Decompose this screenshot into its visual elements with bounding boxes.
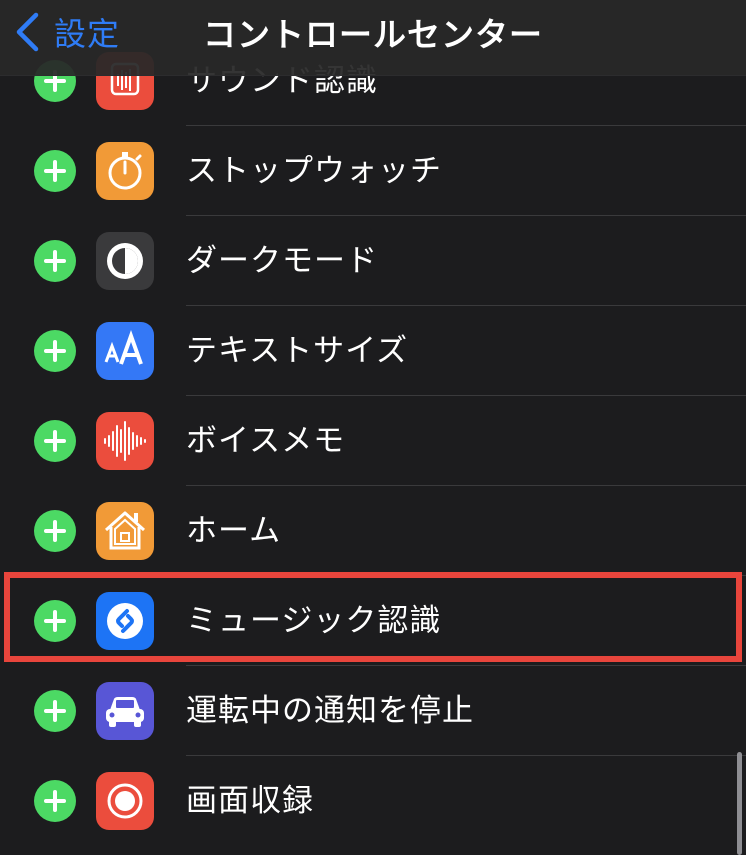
add-icon[interactable] [34, 600, 76, 642]
add-icon[interactable] [34, 690, 76, 732]
list-item-label: ミュージック認識 [186, 603, 442, 639]
add-icon[interactable] [34, 240, 76, 282]
shazam-icon [96, 592, 154, 650]
list-item-voice-memo[interactable]: ボイスメモ [0, 396, 746, 486]
home-icon [96, 502, 154, 560]
list-item-label: 運転中の通知を停止 [186, 693, 474, 729]
voice-memo-icon [96, 412, 154, 470]
list-item-home[interactable]: ホーム [0, 486, 746, 576]
add-icon[interactable] [34, 330, 76, 372]
list-item-driving-focus[interactable]: 運転中の通知を停止 [0, 666, 746, 756]
screen-record-icon [96, 772, 154, 830]
list-item-screen-recording[interactable]: 画面収録 [0, 756, 746, 846]
add-icon[interactable] [34, 150, 76, 192]
list-item-stopwatch[interactable]: ストップウォッチ [0, 126, 746, 216]
list-item-label: ボイスメモ [186, 423, 346, 459]
scrollbar[interactable] [737, 752, 742, 855]
list-item-label: ホーム [186, 513, 282, 549]
navigation-bar: 設定 コントロールセンター [0, 0, 746, 76]
add-icon[interactable] [34, 420, 76, 462]
text-size-icon [96, 322, 154, 380]
list-item-text-size[interactable]: テキストサイズ [0, 306, 746, 396]
control-list: サウンド認識 ストップウォッチ ダークモード テキストサイズ ボイスメモ ホーム… [0, 36, 746, 846]
list-item-music-recognition[interactable]: ミュージック認識 [0, 576, 746, 666]
car-icon [96, 682, 154, 740]
add-icon[interactable] [34, 780, 76, 822]
list-item-label: ダークモード [186, 243, 378, 279]
stopwatch-icon [96, 142, 154, 200]
list-item-label: ストップウォッチ [186, 153, 442, 189]
page-title: コントロールセンター [203, 15, 543, 54]
add-icon[interactable] [34, 510, 76, 552]
list-item-dark-mode[interactable]: ダークモード [0, 216, 746, 306]
list-item-label: テキストサイズ [186, 333, 409, 369]
dark-mode-icon [96, 232, 154, 290]
control-center-screen: サウンド認識 ストップウォッチ ダークモード テキストサイズ ボイスメモ ホーム… [0, 0, 746, 855]
list-item-label: 画面収録 [186, 783, 314, 819]
